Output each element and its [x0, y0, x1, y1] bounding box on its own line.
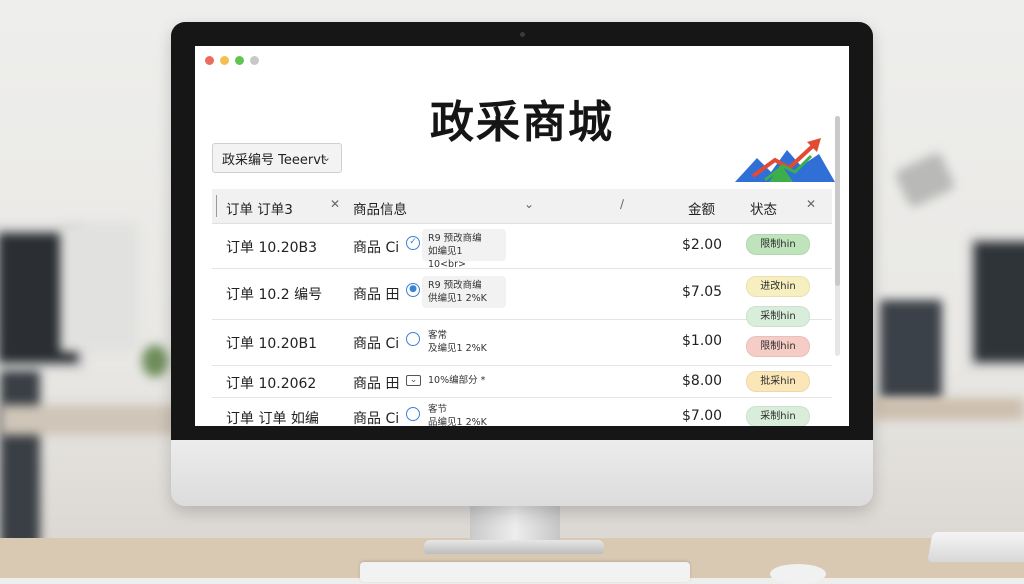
- table-row[interactable]: 订单 10.20B3 商品 Ci ✓ R9 预改商编 如编见1 10<br> $…: [212, 223, 832, 270]
- circle-icon: [406, 407, 420, 421]
- order-id: 订单 10.2 编号: [226, 287, 323, 303]
- camera-icon: [520, 32, 525, 37]
- table-row[interactable]: 订单 10.20B1 商品 Ci 客常 及编见1 2%K $1.00 限制hin: [212, 319, 832, 366]
- product-detail: R9 预改商编 供编见1 2%K: [422, 276, 506, 308]
- chevron-down-icon[interactable]: ⌄: [524, 197, 534, 211]
- product-detail-line: 客常: [428, 330, 448, 341]
- product-name: 商品 田: [353, 376, 400, 392]
- column-divider: [216, 195, 217, 217]
- logo-chart-icon: [735, 138, 835, 182]
- maximize-window-button[interactable]: [235, 56, 244, 65]
- status-badge: 限制hin: [746, 234, 810, 255]
- monitor-stand-base: [424, 540, 604, 554]
- product-name: 商品 Ci: [353, 336, 400, 352]
- table-row[interactable]: 订单 10.2062 商品 田 ⌄ 10%编部分 * $8.00 批采hin: [212, 365, 832, 398]
- mouse: [770, 564, 826, 584]
- order-amount: $1.00: [682, 333, 723, 349]
- order-id: 订单 10.20B3: [226, 240, 318, 256]
- product-name: 商品 田: [353, 287, 400, 303]
- product-detail-line: 供编见1 2%K: [428, 293, 487, 304]
- check-circle-icon: ✓: [406, 236, 420, 250]
- close-icon[interactable]: ✕: [806, 197, 816, 211]
- status-badge: 采制hin: [746, 406, 810, 426]
- product-name: 商品 Ci: [353, 411, 400, 426]
- product-detail-line: 10%编部分 *: [428, 375, 486, 386]
- laptop: [927, 532, 1024, 562]
- filter-dropdown[interactable]: 政采编号 Teeervt ⌄: [212, 143, 342, 173]
- minimize-window-button[interactable]: [220, 56, 229, 65]
- table-row[interactable]: 订单 订单 如编 商品 Ci 客节 品编见1 2%K $7.00 采制hin: [212, 397, 832, 426]
- background-monitor: [60, 222, 138, 352]
- product-detail: R9 预改商编 如编见1 10<br>: [422, 229, 506, 270]
- background-shelf: [874, 398, 1024, 420]
- status-badge: 批采hin: [746, 371, 810, 392]
- order-id: 订单 10.20B1: [226, 336, 318, 352]
- close-window-button[interactable]: [205, 56, 214, 65]
- column-header-amount[interactable]: 金额: [688, 198, 715, 218]
- monitor-bezel: 政采商城 政采编号 Teeervt ⌄ 订单 订单3 ✕ 商品信息 ⌄ ∕ 金额: [171, 22, 873, 440]
- background-lamp: [893, 151, 957, 209]
- background-plant: [142, 345, 168, 377]
- table-row[interactable]: 订单 10.2 编号 商品 田 ● R9 预改商编 供编见1 2%K $7.05…: [212, 268, 832, 327]
- product-detail: 客节 品编见1 2%K: [422, 400, 506, 426]
- monitor: 政采商城 政采编号 Teeervt ⌄ 订单 订单3 ✕ 商品信息 ⌄ ∕ 金额: [171, 22, 873, 506]
- product-detail-line: 品编见1 2%K: [428, 417, 487, 426]
- app-window: 政采商城 政采编号 Teeervt ⌄ 订单 订单3 ✕ 商品信息 ⌄ ∕ 金额: [195, 46, 849, 426]
- column-header-status[interactable]: 状态: [750, 198, 777, 218]
- extra-window-button[interactable]: [250, 56, 259, 65]
- order-id: 订单 订单 如编: [226, 411, 319, 426]
- column-header-product[interactable]: 商品信息: [353, 198, 407, 218]
- background-desk: [0, 405, 180, 435]
- close-icon[interactable]: ✕: [330, 197, 340, 211]
- order-amount: $8.00: [682, 373, 723, 389]
- scrollbar-thumb[interactable]: [835, 116, 840, 286]
- product-name: 商品 Ci: [353, 240, 400, 256]
- table-header: 订单 订单3 ✕ 商品信息 ⌄ ∕ 金额 状态 ✕: [212, 189, 832, 224]
- background-binders: [880, 300, 942, 400]
- monitor-chin: [171, 440, 873, 506]
- product-detail-line: R9 预改商编: [428, 233, 482, 244]
- order-amount: $7.00: [682, 408, 723, 424]
- mail-icon: ⌄: [406, 375, 421, 386]
- order-amount: $2.00: [682, 237, 723, 253]
- product-detail-line: 客节: [428, 404, 448, 415]
- status-badge: 进改hin: [746, 276, 810, 297]
- column-resize-icon[interactable]: ∕: [620, 197, 624, 211]
- product-detail: 客常 及编见1 2%K: [422, 326, 506, 358]
- order-amount: $7.05: [682, 284, 723, 300]
- product-detail-line: R9 预改商编: [428, 280, 482, 291]
- status-badge: 限制hin: [746, 336, 810, 357]
- radio-dot-icon: ●: [406, 283, 420, 297]
- circle-icon: [406, 332, 420, 346]
- chevron-down-icon: ⌄: [321, 151, 331, 164]
- keyboard: [360, 562, 690, 582]
- background-monitor: [968, 236, 1024, 368]
- vertical-scrollbar[interactable]: [835, 116, 840, 356]
- filter-dropdown-label: 政采编号 Teeervt: [222, 152, 326, 168]
- product-detail-line: 及编见1 2%K: [428, 343, 487, 354]
- column-header-order[interactable]: 订单 订单3: [226, 198, 293, 218]
- order-id: 订单 10.2062: [226, 376, 317, 392]
- window-controls: [205, 56, 259, 65]
